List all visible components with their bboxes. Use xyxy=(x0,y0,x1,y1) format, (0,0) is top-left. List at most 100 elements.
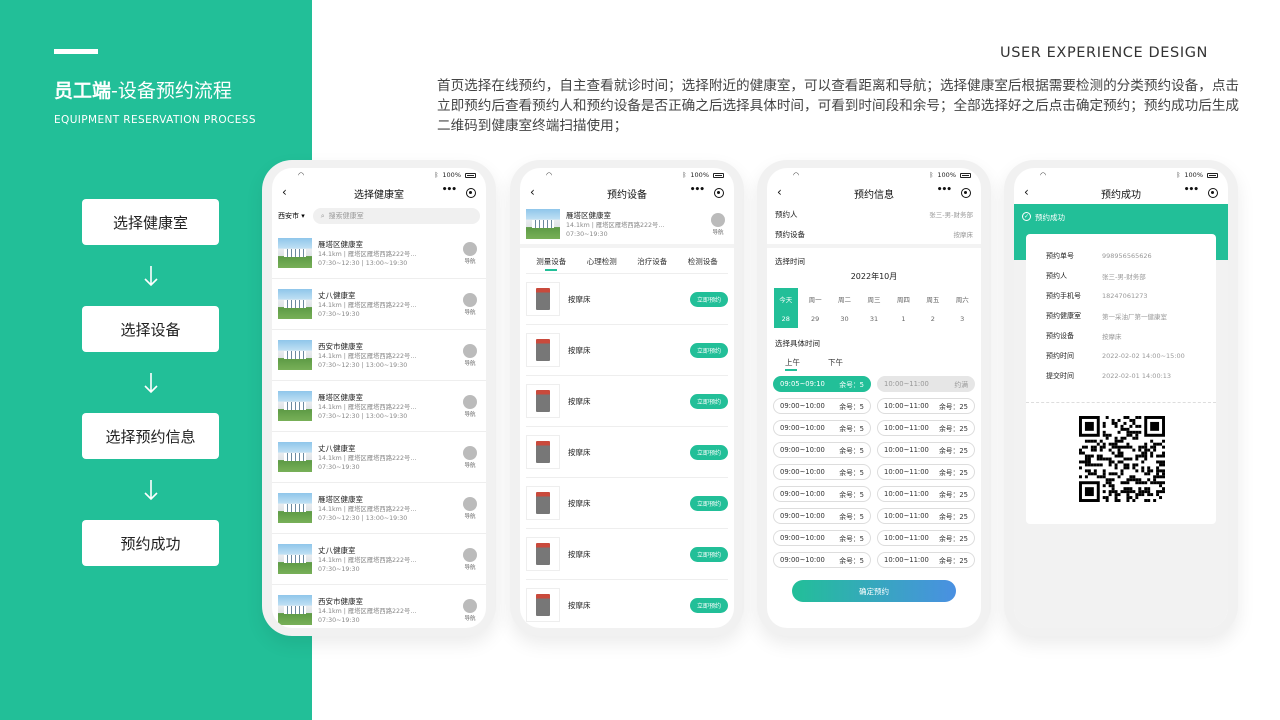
time-slot[interactable]: 09:05~09:10 余号：5 xyxy=(773,376,871,392)
room-list-item[interactable]: 雁塔区健康室 14.1km | 雁塔区雁塔西路222号... 07:30~12:30… xyxy=(272,483,486,534)
room-list-item[interactable]: 雁塔区健康室 14.1km | 雁塔区雁塔西路222号... 07:30~12:30… xyxy=(272,381,486,432)
wifi-icon: ◠ xyxy=(1040,171,1047,179)
time-slot[interactable]: 09:00~10:00 余号：5 xyxy=(773,508,871,524)
book-now-button[interactable]: 立即预约 xyxy=(689,444,728,460)
calendar-day[interactable]: 周五 2 xyxy=(921,288,945,328)
time-slot[interactable]: 10:00~11:00 余号：25 xyxy=(877,464,975,480)
tab-device-category[interactable]: 心理检测 xyxy=(587,256,617,267)
confirm-button[interactable]: 确定预约 xyxy=(792,580,956,602)
navigate-icon xyxy=(463,343,477,358)
bluetooth-icon: ᛒ xyxy=(1176,171,1181,179)
book-now-button[interactable]: 立即预约 xyxy=(689,291,728,307)
check-icon: ✓ xyxy=(1022,212,1031,221)
page-subtitle: EQUIPMENT RESERVATION PROCESS xyxy=(54,114,256,126)
step-3: 选择预约信息 xyxy=(82,413,219,459)
target-icon[interactable] xyxy=(466,188,476,198)
calendar-day[interactable]: 周三 31 xyxy=(862,288,886,328)
navigate-button[interactable]: 导航 xyxy=(708,212,728,236)
book-now-button[interactable]: 立即预约 xyxy=(689,393,728,409)
room-photo xyxy=(278,442,312,472)
phone-select-room: ◠ ᛒ 100% ‹ 选择健康室 ••• 西安市 ▾ ⌕ 搜索健康室 雁塔区健康室 14.1… xyxy=(262,160,496,636)
time-slot[interactable]: 10:00~11:00 余号：25 xyxy=(877,420,975,436)
target-icon[interactable] xyxy=(1208,188,1218,198)
description: 首页选择在线预约，自主查看就诊时间；选择附近的健康室，可以查看距离和导航；选择健… xyxy=(437,78,1240,134)
room-photo xyxy=(526,209,560,239)
calendar-day[interactable]: 今天 28 xyxy=(773,288,798,328)
time-slot[interactable]: 10:00~11:00 余号：25 xyxy=(877,530,975,546)
target-icon[interactable] xyxy=(961,188,971,198)
battery-icon xyxy=(1207,172,1218,178)
time-slot[interactable]: 09:00~10:00 余号：5 xyxy=(773,420,871,436)
room-photo xyxy=(278,493,312,523)
search-input[interactable]: ⌕ 搜索健康室 xyxy=(312,208,480,224)
room-list-item[interactable]: 丈八健康室 14.1km | 雁塔区雁塔西路222号... 07:30~19:30 … xyxy=(272,432,486,483)
time-slot[interactable]: 10:00~11:00 余号：25 xyxy=(877,398,975,414)
device-list-item: 按摩床 立即预约 xyxy=(526,427,728,478)
time-slot[interactable]: 10:00~11:00 约满 xyxy=(877,376,975,392)
month-label: 2022年10月 xyxy=(850,272,898,281)
arrow-down-icon xyxy=(144,480,158,501)
city-selector[interactable]: 西安市 ▾ xyxy=(278,211,305,221)
status-bar: ◠ ᛒ 100% xyxy=(272,168,486,182)
status-bar: ◠ ᛒ 100% xyxy=(520,168,734,182)
more-icon[interactable]: ••• xyxy=(442,185,457,195)
navigate-button[interactable]: 导航 xyxy=(460,394,480,418)
ticket-row: 提交时间 2022-02-01 14:00:13 xyxy=(1046,372,1172,380)
time-slot[interactable]: 09:00~10:00 余号：5 xyxy=(773,442,871,458)
calendar-day[interactable]: 周二 30 xyxy=(833,288,857,328)
navigate-icon xyxy=(463,496,477,511)
more-icon[interactable]: ••• xyxy=(937,185,952,195)
tab-pm[interactable]: 下午 xyxy=(828,357,843,368)
time-slot[interactable]: 09:00~10:00 余号：5 xyxy=(773,464,871,480)
battery-icon xyxy=(465,172,476,178)
book-now-button[interactable]: 立即预约 xyxy=(689,342,728,358)
book-now-button[interactable]: 立即预约 xyxy=(689,495,728,511)
navigate-button[interactable]: 导航 xyxy=(460,547,480,571)
back-icon[interactable]: ‹ xyxy=(530,185,535,199)
navigate-button[interactable]: 导航 xyxy=(460,343,480,367)
back-icon[interactable]: ‹ xyxy=(282,185,287,199)
calendar-day[interactable]: 周四 1 xyxy=(891,288,915,328)
time-slot[interactable]: 10:00~11:00 余号：25 xyxy=(877,486,975,502)
bluetooth-icon: ᛒ xyxy=(682,171,687,179)
navigate-button[interactable]: 导航 xyxy=(460,292,480,316)
arrow-down-icon xyxy=(144,373,158,394)
room-list-item[interactable]: 丈八健康室 14.1km | 雁塔区雁塔西路222号... 07:30~19:30 … xyxy=(272,534,486,585)
back-icon[interactable]: ‹ xyxy=(777,185,782,199)
room-list-item[interactable]: 丈八健康室 14.1km | 雁塔区雁塔西路222号... 07:30~19:30 … xyxy=(272,279,486,330)
room-photo xyxy=(278,544,312,574)
more-icon[interactable]: ••• xyxy=(1184,185,1199,195)
battery-icon xyxy=(713,172,724,178)
tab-device-category[interactable]: 检测设备 xyxy=(688,256,718,267)
phone-select-device: ◠ ᛒ 100% ‹ 预约设备 ••• 雁塔区健康室 14.1km | 雁塔区雁塔西路22… xyxy=(510,160,744,636)
time-slot[interactable]: 09:00~10:00 余号：5 xyxy=(773,486,871,502)
wifi-icon: ◠ xyxy=(546,171,553,179)
device-list-item: 按摩床 立即预约 xyxy=(526,376,728,427)
more-icon[interactable]: ••• xyxy=(690,185,705,195)
room-list-item[interactable]: 雁塔区健康室 14.1km | 雁塔区雁塔西路222号... 07:30~12:30… xyxy=(272,228,486,279)
time-slot[interactable]: 09:00~10:00 余号：5 xyxy=(773,552,871,568)
tab-device-category[interactable]: 测量设备 xyxy=(536,256,566,271)
navigate-icon xyxy=(463,241,477,256)
tab-device-category[interactable]: 治疗设备 xyxy=(637,256,667,267)
book-now-button[interactable]: 立即预约 xyxy=(689,597,728,613)
calendar-day[interactable]: 周六 3 xyxy=(950,288,974,328)
time-slot[interactable]: 10:00~11:00 余号：25 xyxy=(877,508,975,524)
book-now-button[interactable]: 立即预约 xyxy=(689,546,728,562)
calendar-day[interactable]: 周一 29 xyxy=(803,288,827,328)
time-slot[interactable]: 10:00~11:00 余号：25 xyxy=(877,552,975,568)
room-list-item[interactable]: 西安市健康室 14.1km | 雁塔区雁塔西路222号... 07:30~19:30… xyxy=(272,585,486,628)
time-slot[interactable]: 09:00~10:00 余号：5 xyxy=(773,398,871,414)
navigate-button[interactable]: 导航 xyxy=(460,445,480,469)
bluetooth-icon: ᛒ xyxy=(434,171,439,179)
navigate-button[interactable]: 导航 xyxy=(460,496,480,520)
time-slot[interactable]: 09:00~10:00 余号：5 xyxy=(773,530,871,546)
navigate-button[interactable]: 导航 xyxy=(460,598,480,622)
navigate-button[interactable]: 导航 xyxy=(460,241,480,265)
time-slot[interactable]: 10:00~11:00 余号：25 xyxy=(877,442,975,458)
tab-am[interactable]: 上午 xyxy=(785,357,800,371)
back-icon[interactable]: ‹ xyxy=(1024,185,1029,199)
target-icon[interactable] xyxy=(714,188,724,198)
page-title: 员工端-设备预约流程 xyxy=(54,80,232,102)
room-list-item[interactable]: 西安市健康室 14.1km | 雁塔区雁塔西路222号... 07:30~12:30… xyxy=(272,330,486,381)
